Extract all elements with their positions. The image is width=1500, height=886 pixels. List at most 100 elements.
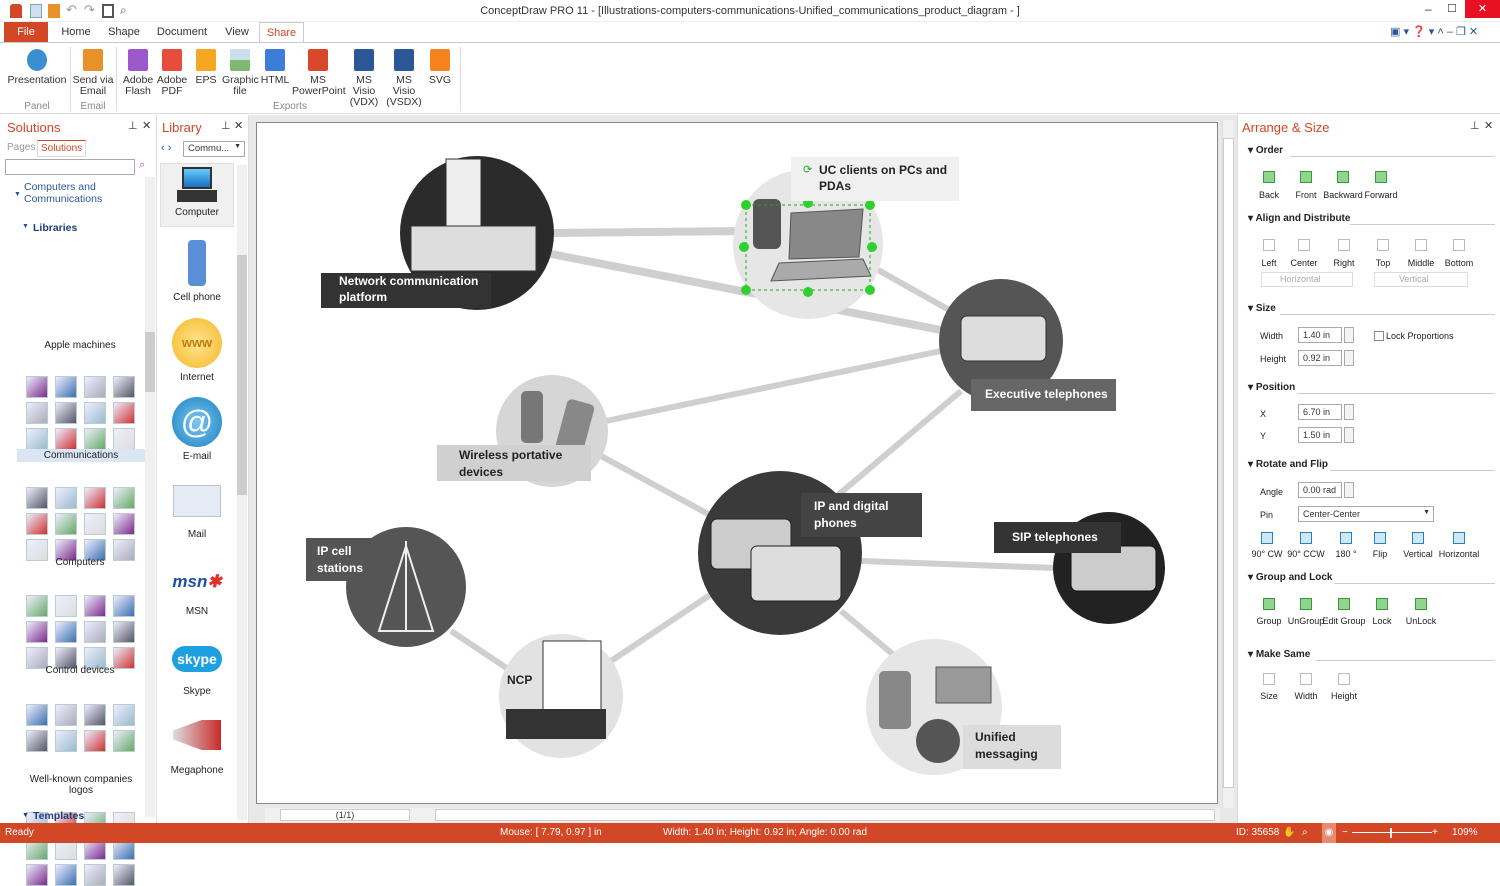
- height-input[interactable]: 0.92 in: [1298, 350, 1342, 366]
- library-thumbnail[interactable]: [84, 595, 106, 617]
- library-thumbnail[interactable]: [113, 621, 135, 643]
- zoom-tool-icon[interactable]: ⌕: [1302, 823, 1308, 843]
- library-thumbnail[interactable]: [26, 376, 48, 398]
- library-thumbnail[interactable]: [113, 513, 135, 535]
- zoom-slider-thumb[interactable]: [1390, 828, 1392, 838]
- library-thumbnail[interactable]: [26, 402, 48, 424]
- visio-vdx-button[interactable]: MS Visio (VDX): [344, 49, 384, 108]
- library-thumbnail[interactable]: [26, 595, 48, 617]
- close-panel-icon[interactable]: ✕: [234, 119, 243, 132]
- node-label-ipphones[interactable]: IP and digital phones: [814, 498, 904, 532]
- lock-proportions-checkbox[interactable]: [1374, 331, 1384, 341]
- library-thumbnail[interactable]: [26, 513, 48, 535]
- minimize-button[interactable]: –: [1425, 2, 1432, 16]
- section-group[interactable]: ▾ Group and Lock: [1248, 572, 1332, 583]
- nav-arrows-icon[interactable]: ‹ ›: [161, 142, 171, 154]
- library-thumbnail[interactable]: [84, 621, 106, 643]
- library-item-computer[interactable]: Computer: [160, 163, 234, 227]
- library-thumbnail[interactable]: [55, 730, 77, 752]
- library-item-skype[interactable]: skype Skype: [160, 646, 234, 697]
- library-logos[interactable]: Well-known companies logos: [25, 774, 137, 796]
- horizontal-distribute-dropdown[interactable]: Horizontal: [1261, 272, 1353, 287]
- tab-file[interactable]: File: [4, 22, 48, 42]
- zoom-slider[interactable]: [1352, 832, 1432, 833]
- group-unlock-button[interactable]: UnLock: [1401, 594, 1441, 628]
- library-dropdown[interactable]: Commu... ▼: [183, 141, 245, 157]
- rotate-90-ccw-button[interactable]: 90° CCW: [1286, 528, 1326, 561]
- pin-dropdown[interactable]: Center-Center ▼: [1298, 506, 1434, 522]
- library-thumbnail[interactable]: [113, 595, 135, 617]
- close-panel-icon[interactable]: ✕: [1484, 119, 1493, 132]
- section-order[interactable]: ▾ Order: [1248, 145, 1283, 156]
- library-thumbnail[interactable]: [55, 428, 77, 450]
- node-label-ipcell[interactable]: IP cell stations: [317, 543, 387, 577]
- vertical-distribute-dropdown[interactable]: Vertical: [1374, 272, 1468, 287]
- rotate-horizontal-button[interactable]: Horizontal: [1439, 528, 1479, 561]
- library-item-internet[interactable]: www Internet: [160, 318, 234, 383]
- node-label-network[interactable]: Network communication platform: [339, 273, 499, 305]
- library-item-cell-phone[interactable]: Cell phone: [160, 240, 234, 303]
- tab-share[interactable]: Share: [259, 22, 304, 42]
- hand-tool-icon[interactable]: ✋: [1283, 823, 1295, 843]
- library-item-email[interactable]: @ E-mail: [160, 397, 234, 462]
- send-email-button[interactable]: Send via Email: [72, 49, 114, 97]
- library-thumbnail[interactable]: [55, 376, 77, 398]
- library-thumbnail[interactable]: [113, 487, 135, 509]
- zoom-fit-icon[interactable]: ◉: [1322, 823, 1336, 843]
- y-spinner[interactable]: [1344, 427, 1354, 443]
- html-button[interactable]: HTML: [260, 49, 290, 86]
- library-thumbnail[interactable]: [26, 704, 48, 726]
- library-thumbnail[interactable]: [113, 402, 135, 424]
- vertical-scrollbar[interactable]: [1222, 120, 1234, 808]
- angle-spinner[interactable]: [1344, 482, 1354, 498]
- scroll-thumb[interactable]: [435, 809, 1215, 821]
- library-thumbnail[interactable]: [55, 864, 77, 886]
- library-thumbnail[interactable]: [84, 730, 106, 752]
- library-thumbnail[interactable]: [55, 621, 77, 643]
- page-navigator[interactable]: (1/1): [280, 809, 410, 821]
- x-input[interactable]: 6.70 in: [1298, 404, 1342, 420]
- height-spinner[interactable]: [1344, 350, 1354, 366]
- tab-view[interactable]: View: [218, 22, 256, 42]
- node-label-wireless[interactable]: Wireless portative devices: [459, 447, 569, 481]
- library-computers[interactable]: Computers: [20, 557, 140, 568]
- library-thumbnail[interactable]: [113, 704, 135, 726]
- library-thumbnail[interactable]: [113, 376, 135, 398]
- presentation-button[interactable]: Presentation: [6, 49, 68, 86]
- library-thumbnail[interactable]: [84, 402, 106, 424]
- order-forward-button[interactable]: Forward: [1361, 167, 1401, 202]
- scrollbar[interactable]: [237, 165, 247, 820]
- graphic-file-button[interactable]: Graphic file: [222, 49, 259, 97]
- library-apple-machines[interactable]: Apple machines: [20, 340, 140, 351]
- library-thumbnail[interactable]: [113, 428, 135, 450]
- solutions-search-input[interactable]: [5, 159, 135, 175]
- width-input[interactable]: 1.40 in: [1298, 327, 1342, 343]
- maximize-button[interactable]: ☐: [1447, 2, 1457, 15]
- library-thumbnail[interactable]: [55, 487, 77, 509]
- library-thumbnail[interactable]: [55, 402, 77, 424]
- zoom-out-button[interactable]: −: [1342, 823, 1348, 843]
- expand-icon[interactable]: ▼: [22, 223, 29, 230]
- ms-powerpoint-button[interactable]: MS PowerPoint: [292, 49, 346, 97]
- adobe-flash-button[interactable]: Adobe Flash: [120, 49, 156, 97]
- svg-button[interactable]: SVG: [426, 49, 454, 86]
- section-rotate[interactable]: ▾ Rotate and Flip: [1248, 459, 1328, 470]
- layout-icon[interactable]: ▣ ▾ ❓ ▾ ˄ – ❐ ✕: [1390, 25, 1478, 38]
- node-label-uc[interactable]: UC clients on PCs and PDAs: [819, 162, 959, 194]
- library-thumbnail[interactable]: [26, 864, 48, 886]
- rotate-vertical-button[interactable]: Vertical: [1398, 528, 1438, 561]
- library-thumbnail[interactable]: [84, 864, 106, 886]
- tree-root[interactable]: Computers and Communications: [24, 181, 134, 205]
- align-bottom-button[interactable]: Bottom: [1439, 235, 1479, 270]
- close-button[interactable]: ✕: [1465, 0, 1500, 18]
- library-item-megaphone[interactable]: Megaphone: [160, 720, 234, 776]
- scrollbar[interactable]: [145, 177, 155, 817]
- section-align[interactable]: ▾ Align and Distribute: [1248, 213, 1350, 224]
- expand-icon[interactable]: ▼: [14, 191, 21, 198]
- drawing-page[interactable]: Network communication platform ⟳ UC clie…: [256, 122, 1218, 804]
- library-thumbnail[interactable]: [113, 730, 135, 752]
- templates-label[interactable]: Templates: [33, 810, 84, 822]
- x-spinner[interactable]: [1344, 404, 1354, 420]
- zoom-in-button[interactable]: +: [1432, 823, 1438, 843]
- align-center-button[interactable]: Center: [1284, 235, 1324, 270]
